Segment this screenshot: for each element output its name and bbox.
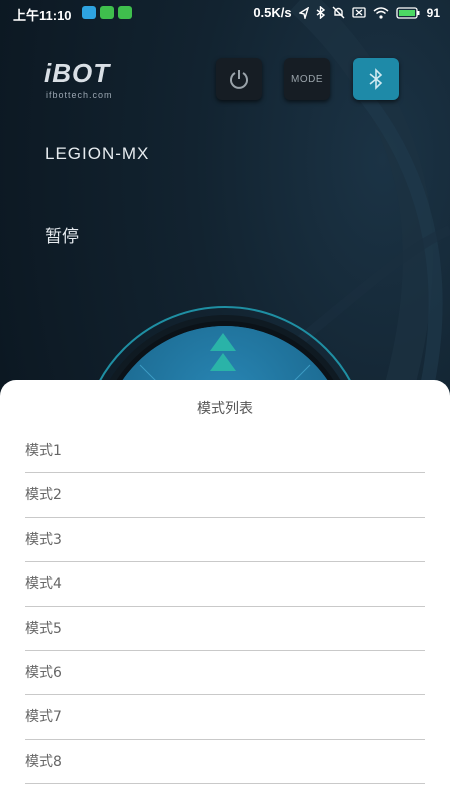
- bluetooth-status-icon: [316, 6, 325, 19]
- location-icon: [298, 6, 309, 19]
- battery-percent: 91: [426, 5, 440, 20]
- mode-list: 模式1 模式2 模式3 模式4 模式5 模式6 模式7 模式8: [25, 429, 425, 785]
- notification-icons: [82, 6, 132, 19]
- device-name: LEGION-MX: [45, 144, 150, 163]
- logo-subtext: ifbottech.com: [46, 90, 113, 100]
- notification-app-icon: [100, 6, 114, 19]
- notification-app-icon: [118, 6, 132, 19]
- logo-text: iBOT: [44, 58, 111, 88]
- mode-list-sheet: 模式列表 模式1 模式2 模式3 模式4 模式5 模式6 模式7 模式8: [0, 380, 450, 800]
- mode-item-4[interactable]: 模式4: [25, 562, 425, 607]
- ibot-logo: iBOT ifbottech.com: [44, 58, 140, 104]
- device-status: 暂停: [45, 227, 79, 247]
- power-button[interactable]: [216, 58, 262, 100]
- notification-app-icon: [82, 6, 96, 19]
- sheet-title: 模式列表: [197, 401, 253, 417]
- mode-item-8[interactable]: 模式8: [25, 740, 425, 785]
- sim-off-icon: [351, 7, 366, 18]
- status-time: 上午11:10: [13, 8, 72, 23]
- bluetooth-icon: [369, 68, 383, 90]
- mode-item-5[interactable]: 模式5: [25, 607, 425, 651]
- mute-bell-icon: [332, 6, 345, 19]
- bluetooth-button[interactable]: [353, 58, 399, 100]
- status-indicators: 0.5K/s 91: [253, 5, 440, 20]
- arrow-up-icon[interactable]: [208, 333, 238, 373]
- battery-icon: [395, 6, 420, 19]
- power-icon: [230, 70, 248, 89]
- mode-item-7[interactable]: 模式7: [25, 695, 425, 740]
- network-speed: 0.5K/s: [253, 5, 292, 20]
- status-bar: 上午11:10 0.5K/s 91: [0, 0, 450, 26]
- mode-button[interactable]: MODE: [284, 58, 330, 100]
- wifi-icon: [373, 6, 389, 19]
- mode-item-2[interactable]: 模式2: [25, 473, 425, 518]
- mode-item-6[interactable]: 模式6: [25, 651, 425, 696]
- mode-item-1[interactable]: 模式1: [25, 429, 425, 474]
- mode-item-3[interactable]: 模式3: [25, 518, 425, 563]
- mode-button-label: MODE: [291, 73, 323, 85]
